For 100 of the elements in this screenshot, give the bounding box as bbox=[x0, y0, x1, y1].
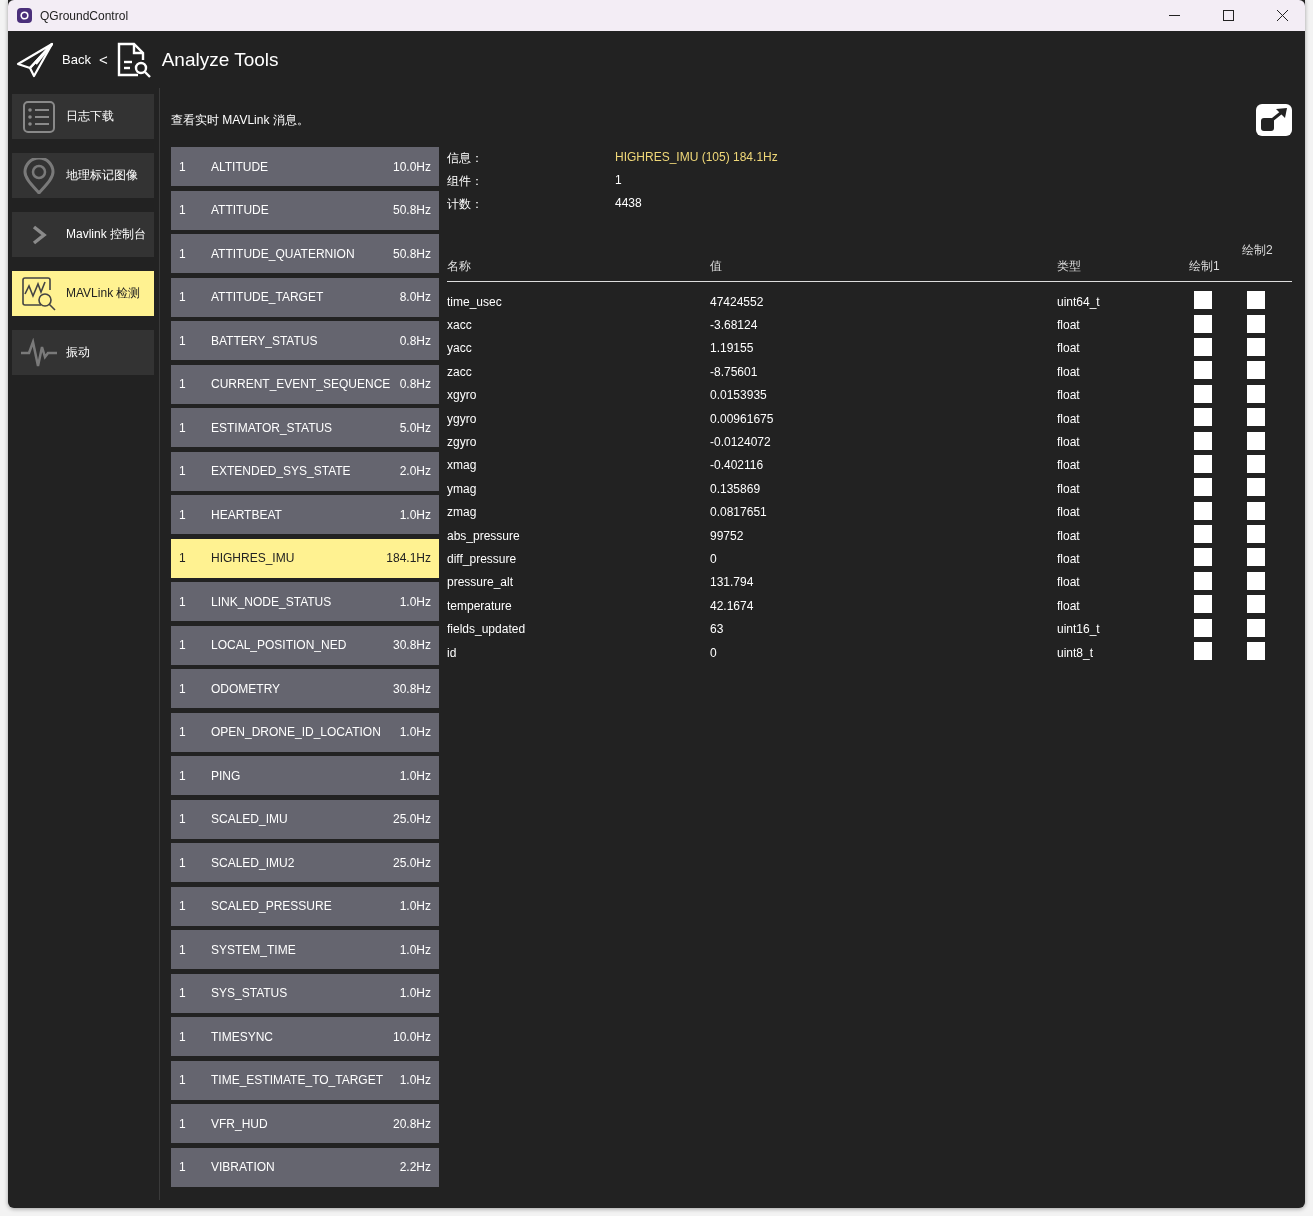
field-name: yacc bbox=[447, 341, 473, 356]
plot-checkbox[interactable] bbox=[1194, 525, 1212, 544]
info-label: 计数： bbox=[447, 196, 484, 213]
pop-out-button[interactable] bbox=[1256, 103, 1292, 136]
info-label: 信息： bbox=[447, 150, 484, 167]
plot-checkbox[interactable] bbox=[1247, 454, 1265, 473]
field-type: float bbox=[1057, 388, 1081, 403]
field-value: 1.19155 bbox=[710, 341, 755, 356]
column-header: 名称 bbox=[447, 258, 472, 275]
plot-checkbox[interactable] bbox=[1247, 595, 1265, 614]
field-value: -3.68124 bbox=[710, 318, 759, 333]
message-item[interactable]: 1 ALTITUDE 10.0Hz bbox=[171, 147, 439, 186]
plot-checkbox[interactable] bbox=[1194, 454, 1212, 473]
message-item[interactable]: 1 SCALED_IMU 25.0Hz bbox=[171, 799, 439, 839]
message-item[interactable]: 1 OPEN_DRONE_ID_LOCATION 1.0Hz bbox=[171, 712, 439, 752]
info-value: 1 bbox=[615, 173, 623, 189]
message-item[interactable]: 1 EXTENDED_SYS_STATE 2.0Hz bbox=[171, 451, 439, 491]
sidebar-item[interactable]: 振动 bbox=[12, 330, 154, 375]
field-name: zgyro bbox=[447, 435, 478, 450]
message-item[interactable]: 1 SYSTEM_TIME 1.0Hz bbox=[171, 930, 439, 969]
field-value: 0.00961675 bbox=[710, 411, 775, 426]
sidebar-item[interactable]: 日志下载 bbox=[12, 94, 154, 139]
plot-checkbox[interactable] bbox=[1247, 314, 1265, 333]
sidebar-item[interactable]: 地理标记图像 bbox=[12, 153, 154, 198]
plot-checkbox[interactable] bbox=[1247, 548, 1265, 567]
plot-checkbox[interactable] bbox=[1194, 548, 1212, 567]
field-value: 42.1674 bbox=[710, 598, 755, 613]
waveform-icon bbox=[20, 337, 58, 368]
plot-checkbox[interactable] bbox=[1194, 618, 1212, 637]
plot-checkbox[interactable] bbox=[1247, 618, 1265, 637]
field-type: float bbox=[1057, 435, 1081, 450]
plot-checkbox[interactable] bbox=[1194, 571, 1212, 590]
plot-checkbox[interactable] bbox=[1194, 642, 1212, 661]
plot-checkbox[interactable] bbox=[1247, 408, 1265, 427]
plot-checkbox[interactable] bbox=[1194, 291, 1212, 310]
message-item[interactable]: 1 TIME_ESTIMATE_TO_TARGET 1.0Hz bbox=[171, 1060, 439, 1100]
plot-checkbox[interactable] bbox=[1194, 408, 1212, 427]
plot-checkbox[interactable] bbox=[1247, 571, 1265, 590]
field-type: float bbox=[1057, 552, 1081, 566]
plot-checkbox[interactable] bbox=[1247, 501, 1265, 520]
sidebar-item[interactable]: MAVLink 检测 bbox=[12, 271, 154, 316]
page-title: Analyze Tools bbox=[161, 48, 279, 71]
field-name: pressure_alt bbox=[447, 575, 515, 590]
plot-checkbox[interactable] bbox=[1247, 291, 1265, 310]
field-value: 0.135869 bbox=[710, 481, 762, 496]
back-link[interactable]: Back bbox=[62, 52, 91, 67]
message-item[interactable]: 1 TIMESYNC 10.0Hz bbox=[171, 1017, 439, 1056]
message-item[interactable]: 1 SCALED_IMU2 25.0Hz bbox=[171, 843, 439, 882]
maximize-button[interactable] bbox=[1222, 10, 1234, 21]
field-value: 99752 bbox=[710, 528, 745, 543]
message-item[interactable]: 1 ESTIMATOR_STATUS 5.0Hz bbox=[171, 408, 439, 447]
plot-checkbox[interactable] bbox=[1194, 361, 1212, 380]
plot-checkbox[interactable] bbox=[1247, 361, 1265, 380]
plot-checkbox[interactable] bbox=[1247, 384, 1265, 403]
message-item[interactable]: 1 PING 1.0Hz bbox=[171, 756, 439, 795]
message-item[interactable]: 1 VFR_HUD 20.8Hz bbox=[171, 1104, 439, 1143]
plot-checkbox[interactable] bbox=[1194, 595, 1212, 614]
plot-checkbox[interactable] bbox=[1194, 501, 1212, 520]
minimize-button[interactable] bbox=[1168, 14, 1180, 17]
close-button[interactable] bbox=[1276, 10, 1288, 21]
message-item[interactable]: 1 LINK_NODE_STATUS 1.0Hz bbox=[171, 582, 439, 621]
plot-checkbox[interactable] bbox=[1247, 337, 1265, 356]
field-value: 0.0153935 bbox=[710, 388, 768, 403]
column-header: 绘制2 bbox=[1242, 242, 1274, 259]
plot-checkbox[interactable] bbox=[1247, 431, 1265, 450]
plot-checkbox[interactable] bbox=[1194, 431, 1212, 450]
message-item[interactable]: 1 LOCAL_POSITION_NED 30.8Hz bbox=[171, 625, 439, 665]
message-item[interactable]: 1 ATTITUDE 50.8Hz bbox=[171, 190, 439, 230]
message-item[interactable]: 1 SYS_STATUS 1.0Hz bbox=[171, 973, 439, 1013]
plot-checkbox[interactable] bbox=[1194, 314, 1212, 333]
chart-search-icon bbox=[21, 275, 57, 312]
message-item[interactable]: 1 ATTITUDE_QUATERNION 50.8Hz bbox=[171, 234, 439, 273]
chevron-icon bbox=[31, 224, 47, 245]
message-item[interactable]: 1 VIBRATION 2.2Hz bbox=[171, 1147, 439, 1187]
message-item[interactable]: 1 HIGHRES_IMU 184.1Hz bbox=[171, 538, 439, 578]
message-item[interactable]: 1 HEARTBEAT 1.0Hz bbox=[171, 495, 439, 534]
plot-checkbox[interactable] bbox=[1247, 525, 1265, 544]
message-item[interactable]: 1 CURRENT_EVENT_SEQUENCE 0.8Hz bbox=[171, 364, 439, 404]
message-item[interactable]: 1 ODOMETRY 30.8Hz bbox=[171, 669, 439, 708]
window-title: QGroundControl bbox=[40, 8, 130, 23]
plot-checkbox[interactable] bbox=[1194, 478, 1212, 497]
sidebar-item[interactable]: Mavlink 控制台 bbox=[12, 212, 154, 257]
info-value: 4438 bbox=[615, 196, 643, 212]
field-name: abs_pressure bbox=[447, 528, 521, 543]
plot-checkbox[interactable] bbox=[1247, 478, 1265, 497]
message-item[interactable]: 1 ATTITUDE_TARGET 8.0Hz bbox=[171, 277, 439, 317]
field-type: float bbox=[1057, 458, 1081, 473]
column-header: 绘制1 bbox=[1189, 258, 1221, 275]
field-name: ygyro bbox=[447, 411, 478, 426]
plot-checkbox[interactable] bbox=[1247, 642, 1265, 661]
plot-checkbox[interactable] bbox=[1194, 384, 1212, 403]
field-name: diff_pressure bbox=[447, 552, 518, 566]
field-type: float bbox=[1057, 318, 1081, 333]
message-item[interactable]: 1 BATTERY_STATUS 0.8Hz bbox=[171, 321, 439, 360]
plot-checkbox[interactable] bbox=[1194, 337, 1212, 356]
field-type: float bbox=[1057, 575, 1081, 590]
field-value: -0.0124072 bbox=[710, 435, 772, 450]
paper-plane-icon[interactable] bbox=[16, 41, 54, 78]
column-header: 值 bbox=[710, 258, 723, 275]
message-item[interactable]: 1 SCALED_PRESSURE 1.0Hz bbox=[171, 886, 439, 926]
